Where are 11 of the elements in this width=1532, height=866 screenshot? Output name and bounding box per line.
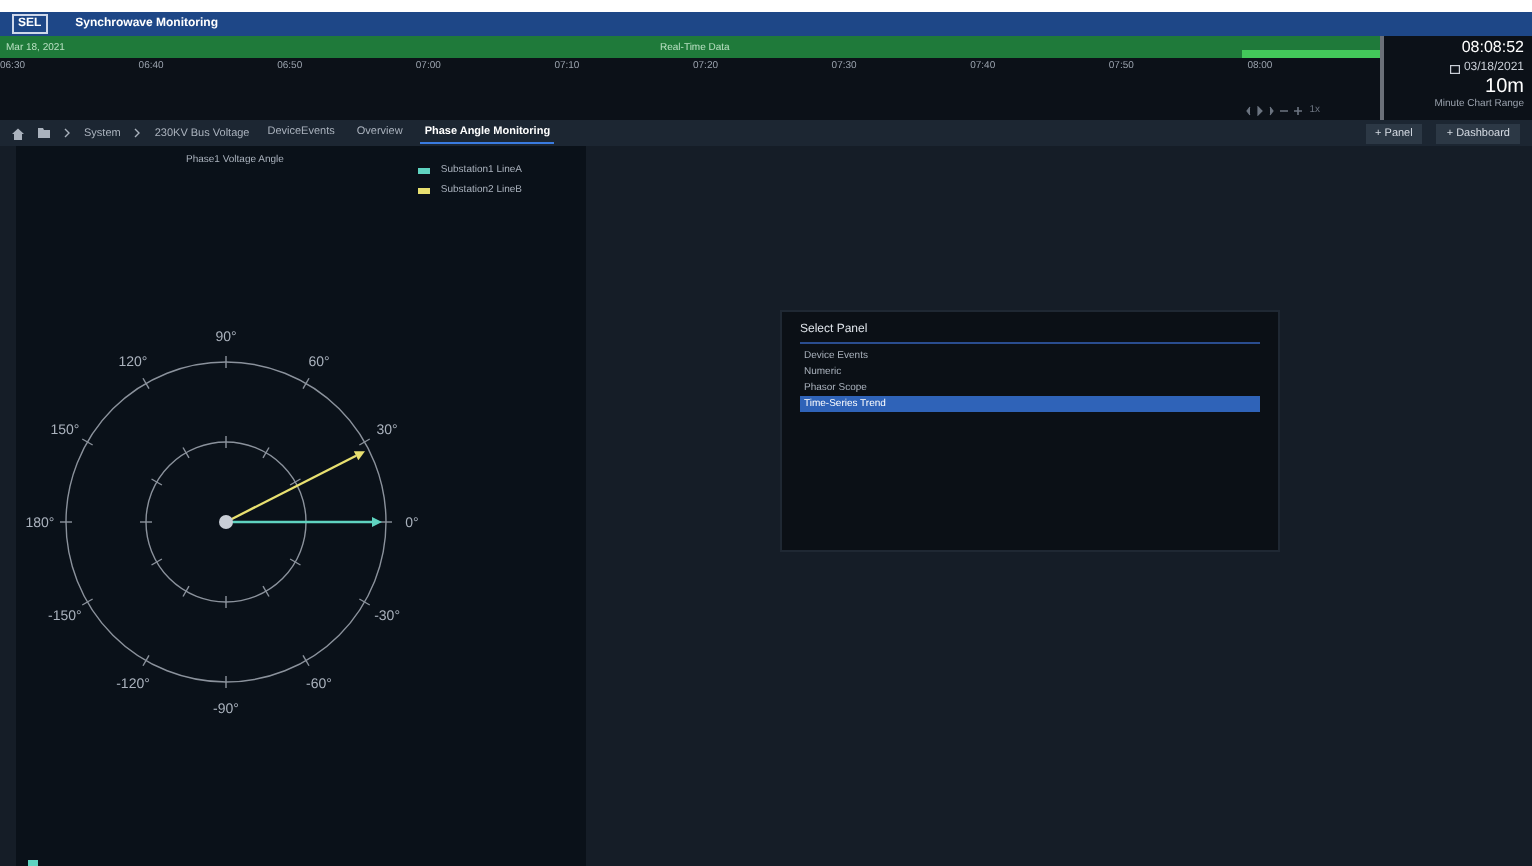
- chevron-icon: [64, 128, 70, 138]
- clock-time: 08:08:52: [1461, 36, 1524, 58]
- chart-range: 10m: [1485, 76, 1524, 98]
- zoom-icon[interactable]: [1279, 105, 1304, 115]
- folder-icon[interactable]: [38, 128, 50, 138]
- origin-icon: [219, 515, 233, 529]
- resize-handle[interactable]: [28, 860, 38, 866]
- home-icon[interactable]: [12, 127, 24, 139]
- chevron-icon: [134, 128, 141, 138]
- playback-icon[interactable]: [1245, 105, 1274, 115]
- calendar-icon: [1449, 63, 1460, 73]
